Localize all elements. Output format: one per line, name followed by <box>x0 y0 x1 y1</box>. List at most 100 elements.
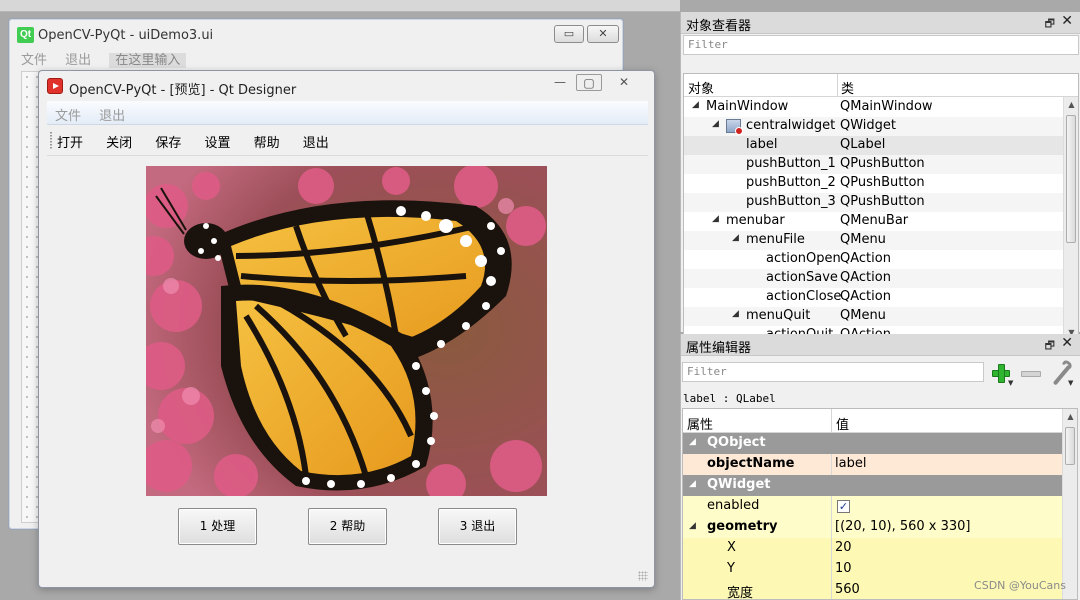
object-name: menubar <box>726 213 785 228</box>
property-row[interactable]: objectName label <box>683 454 1063 475</box>
object-tree-row[interactable]: actionClose QAction <box>684 288 1064 307</box>
column-class[interactable]: 类 <box>841 78 854 97</box>
expand-arrow-icon[interactable]: ◢ <box>692 100 699 110</box>
object-name: actionSave <box>766 270 838 285</box>
object-class: QPushButton <box>840 156 925 171</box>
object-tree[interactable]: 对象 类 ◢ MainWindow QMainWindow ◢ centralwidge… <box>683 73 1079 341</box>
object-class: QLabel <box>840 137 886 152</box>
scroll-up-icon[interactable]: ▲ <box>1064 97 1078 112</box>
watermark: CSDN @YouCans <box>974 579 1066 592</box>
column-property[interactable]: 属性 <box>687 414 713 433</box>
object-tree-row[interactable]: ◢ menuQuit QMenu <box>684 307 1064 326</box>
property-value[interactable]: 10 <box>835 561 852 576</box>
object-tree-row[interactable]: actionOpen QAction <box>684 250 1064 269</box>
expand-arrow-icon[interactable]: ◢ <box>689 437 696 447</box>
toolbar-close-button[interactable]: 关闭 <box>106 132 132 151</box>
preview-titlebar[interactable]: OpenCV-PyQt - [预览] - Qt Designer — ▢ ✕ <box>39 71 654 101</box>
expand-arrow-icon[interactable]: ◢ <box>712 214 719 224</box>
float-icon[interactable]: 🗗 <box>1045 15 1055 34</box>
toolbar-help-button[interactable]: 帮助 <box>254 132 280 151</box>
property-name: enabled <box>707 498 760 513</box>
object-name: menuQuit <box>746 308 811 323</box>
push-button-1[interactable]: 1 处理 <box>178 508 257 545</box>
qt-logo-icon: Qt <box>17 27 34 43</box>
object-tree-scrollbar[interactable]: ▲ ▼ <box>1063 97 1078 340</box>
property-name: objectName <box>707 456 795 471</box>
toolbar-grip[interactable] <box>50 132 52 150</box>
object-tree-row[interactable]: ◢ centralwidget QWidget <box>684 117 1064 136</box>
expand-arrow-icon[interactable]: ◢ <box>732 309 739 319</box>
configure-button[interactable]: ▼ <box>1048 358 1074 387</box>
expand-arrow-icon[interactable]: ◢ <box>689 479 696 489</box>
object-name: actionClose <box>766 289 842 304</box>
toolbar-settings-button[interactable]: 设置 <box>204 132 230 151</box>
object-filter-input[interactable]: Filter <box>683 35 1079 55</box>
toolbar-open-button[interactable]: 打开 <box>57 132 83 151</box>
scroll-thumb[interactable] <box>1065 427 1075 465</box>
property-value[interactable]: label <box>835 456 866 471</box>
object-name: pushButton_1 <box>746 156 836 171</box>
close-button[interactable]: ✕ <box>587 25 619 43</box>
expand-arrow-icon[interactable]: ◢ <box>689 521 696 531</box>
property-row[interactable]: ◢ QObject <box>683 433 1063 454</box>
toolbar-quit-button[interactable]: 退出 <box>303 132 329 151</box>
object-tree-row[interactable]: actionSave QAction <box>684 269 1064 288</box>
property-row[interactable]: enabled ✓ <box>683 496 1063 517</box>
property-name: QObject <box>707 435 766 450</box>
property-table[interactable]: 属性 值 ◢ QObject objectName label ◢ QWidget enab… <box>682 408 1078 600</box>
remove-property-button[interactable] <box>1018 361 1044 387</box>
menu-type-here[interactable]: 在这里输入 <box>109 53 187 68</box>
object-tree-row[interactable]: pushButton_1 QPushButton <box>684 155 1064 174</box>
designer-form-titlebar[interactable]: Qt OpenCV-PyQt - uiDemo3.ui ▭ ✕ <box>9 19 623 47</box>
size-grip[interactable] <box>638 571 648 581</box>
expand-arrow-icon[interactable]: ◢ <box>712 119 719 129</box>
property-table-scrollbar[interactable]: ▲ <box>1062 409 1077 599</box>
close-icon[interactable]: ✕ <box>1061 13 1073 29</box>
object-tree-row[interactable]: pushButton_2 QPushButton <box>684 174 1064 193</box>
push-button-2[interactable]: 2 帮助 <box>308 508 387 545</box>
object-name: actionOpen <box>766 251 841 266</box>
push-button-3[interactable]: 3 退出 <box>438 508 517 545</box>
preview-toolbar: 打开 关闭 保存 设置 帮助 退出 <box>47 126 648 156</box>
object-tree-row[interactable]: label QLabel <box>684 136 1064 155</box>
property-row[interactable]: Y 10 <box>683 559 1063 580</box>
object-tree-row[interactable]: ◢ menuFile QMenu <box>684 231 1064 250</box>
preview-menubar: 文件 退出 <box>47 101 648 125</box>
property-filter-input[interactable]: Filter <box>682 362 984 382</box>
expand-arrow-icon[interactable]: ◢ <box>732 233 739 243</box>
menu-file[interactable]: 文件 <box>55 109 81 124</box>
float-icon[interactable]: 🗗 <box>1045 337 1055 356</box>
minimize-button[interactable]: ▭ <box>554 25 584 43</box>
property-row[interactable]: ◢ QWidget <box>683 475 1063 496</box>
object-class: QWidget <box>840 118 897 133</box>
enabled-checkbox[interactable]: ✓ <box>837 500 850 513</box>
property-row[interactable]: ◢ geometry [(20, 10), 560 x 330] <box>683 517 1063 538</box>
property-row[interactable]: X 20 <box>683 538 1063 559</box>
menu-quit[interactable]: 退出 <box>99 109 125 124</box>
widget-layout-icon <box>726 119 743 135</box>
preview-title: OpenCV-PyQt - [预览] - Qt Designer <box>69 83 297 98</box>
property-value[interactable]: [(20, 10), 560 x 330] <box>835 519 970 534</box>
property-value[interactable]: 20 <box>835 540 852 555</box>
scroll-up-icon[interactable]: ▲ <box>1063 409 1077 424</box>
object-tree-row[interactable]: ◢ menubar QMenuBar <box>684 212 1064 231</box>
close-icon[interactable]: ✕ <box>1061 335 1073 351</box>
add-dynamic-property-button[interactable]: ▼ <box>988 361 1014 387</box>
object-tree-row[interactable]: ◢ MainWindow QMainWindow <box>684 98 1064 117</box>
maximize-button[interactable]: ▢ <box>576 74 602 91</box>
object-class: QAction <box>840 289 891 304</box>
column-object[interactable]: 对象 <box>688 78 714 97</box>
object-class: QPushButton <box>840 194 925 209</box>
toolbar-save-button[interactable]: 保存 <box>155 132 181 151</box>
close-button[interactable]: ✕ <box>611 74 637 91</box>
property-value[interactable]: 560 <box>835 582 860 597</box>
menu-file[interactable]: 文件 <box>21 53 47 68</box>
minimize-button[interactable]: — <box>547 74 573 91</box>
designer-form-title: OpenCV-PyQt - uiDemo3.ui <box>38 28 214 43</box>
property-name: 宽度 <box>727 586 754 600</box>
menu-quit[interactable]: 退出 <box>65 53 91 68</box>
object-tree-row[interactable]: pushButton_3 QPushButton <box>684 193 1064 212</box>
object-class: QAction <box>840 270 891 285</box>
column-value[interactable]: 值 <box>836 414 849 433</box>
scroll-thumb[interactable] <box>1066 115 1076 243</box>
